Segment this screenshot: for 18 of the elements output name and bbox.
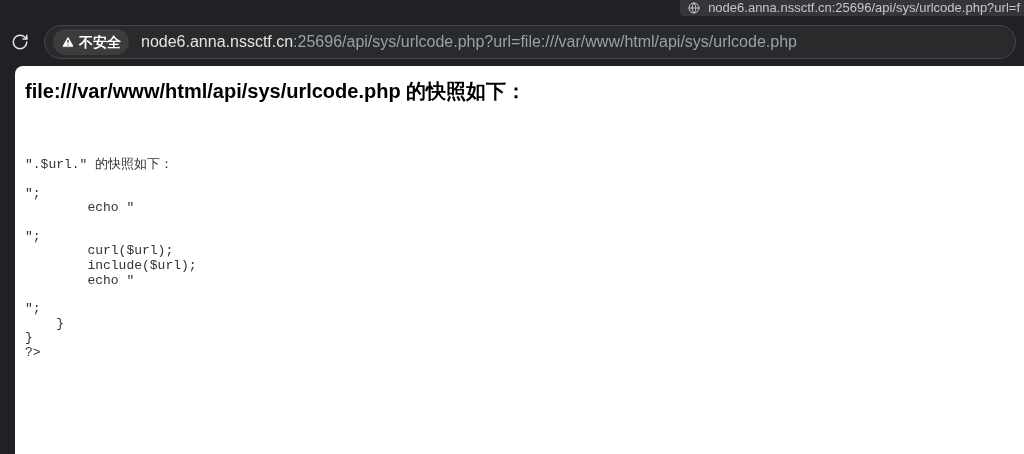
address-bar[interactable]: 不安全 node6.anna.nssctf.cn:25696/api/sys/urlcode.php?url=file:///var/www/html/api/sys/urlcode.php bbox=[44, 25, 1016, 59]
code-line: curl($url); bbox=[86, 244, 174, 259]
code-line: echo ″ bbox=[86, 201, 135, 216]
code-line: include($url); bbox=[86, 258, 197, 274]
code-line: ″; bbox=[25, 229, 41, 245]
tooltip-text: node6.anna.nssctf.cn:25696/api/sys/urlcode.php?url=f bbox=[708, 1, 1020, 15]
not-secure-chip[interactable]: 不安全 bbox=[53, 29, 129, 55]
code-line: } bbox=[55, 316, 64, 332]
url-text: node6.anna.nssctf.cn:25696/api/sys/urlcode.php?url=file:///var/www/html/api/sys/urlcode.php bbox=[141, 32, 797, 52]
warning-icon bbox=[61, 35, 75, 49]
code-line: ″.$url.″ 的快照如下： bbox=[25, 158, 174, 173]
code-line: ?> bbox=[25, 345, 41, 361]
code-line: } bbox=[25, 331, 33, 346]
code-line: echo ″ bbox=[86, 273, 135, 289]
code-line: ″; bbox=[25, 302, 41, 317]
code-line: ″; bbox=[25, 186, 41, 202]
page-heading: file:///var/www/html/api/sys/urlcode.php 的快照如下： bbox=[25, 79, 528, 104]
globe-icon bbox=[688, 2, 701, 14]
